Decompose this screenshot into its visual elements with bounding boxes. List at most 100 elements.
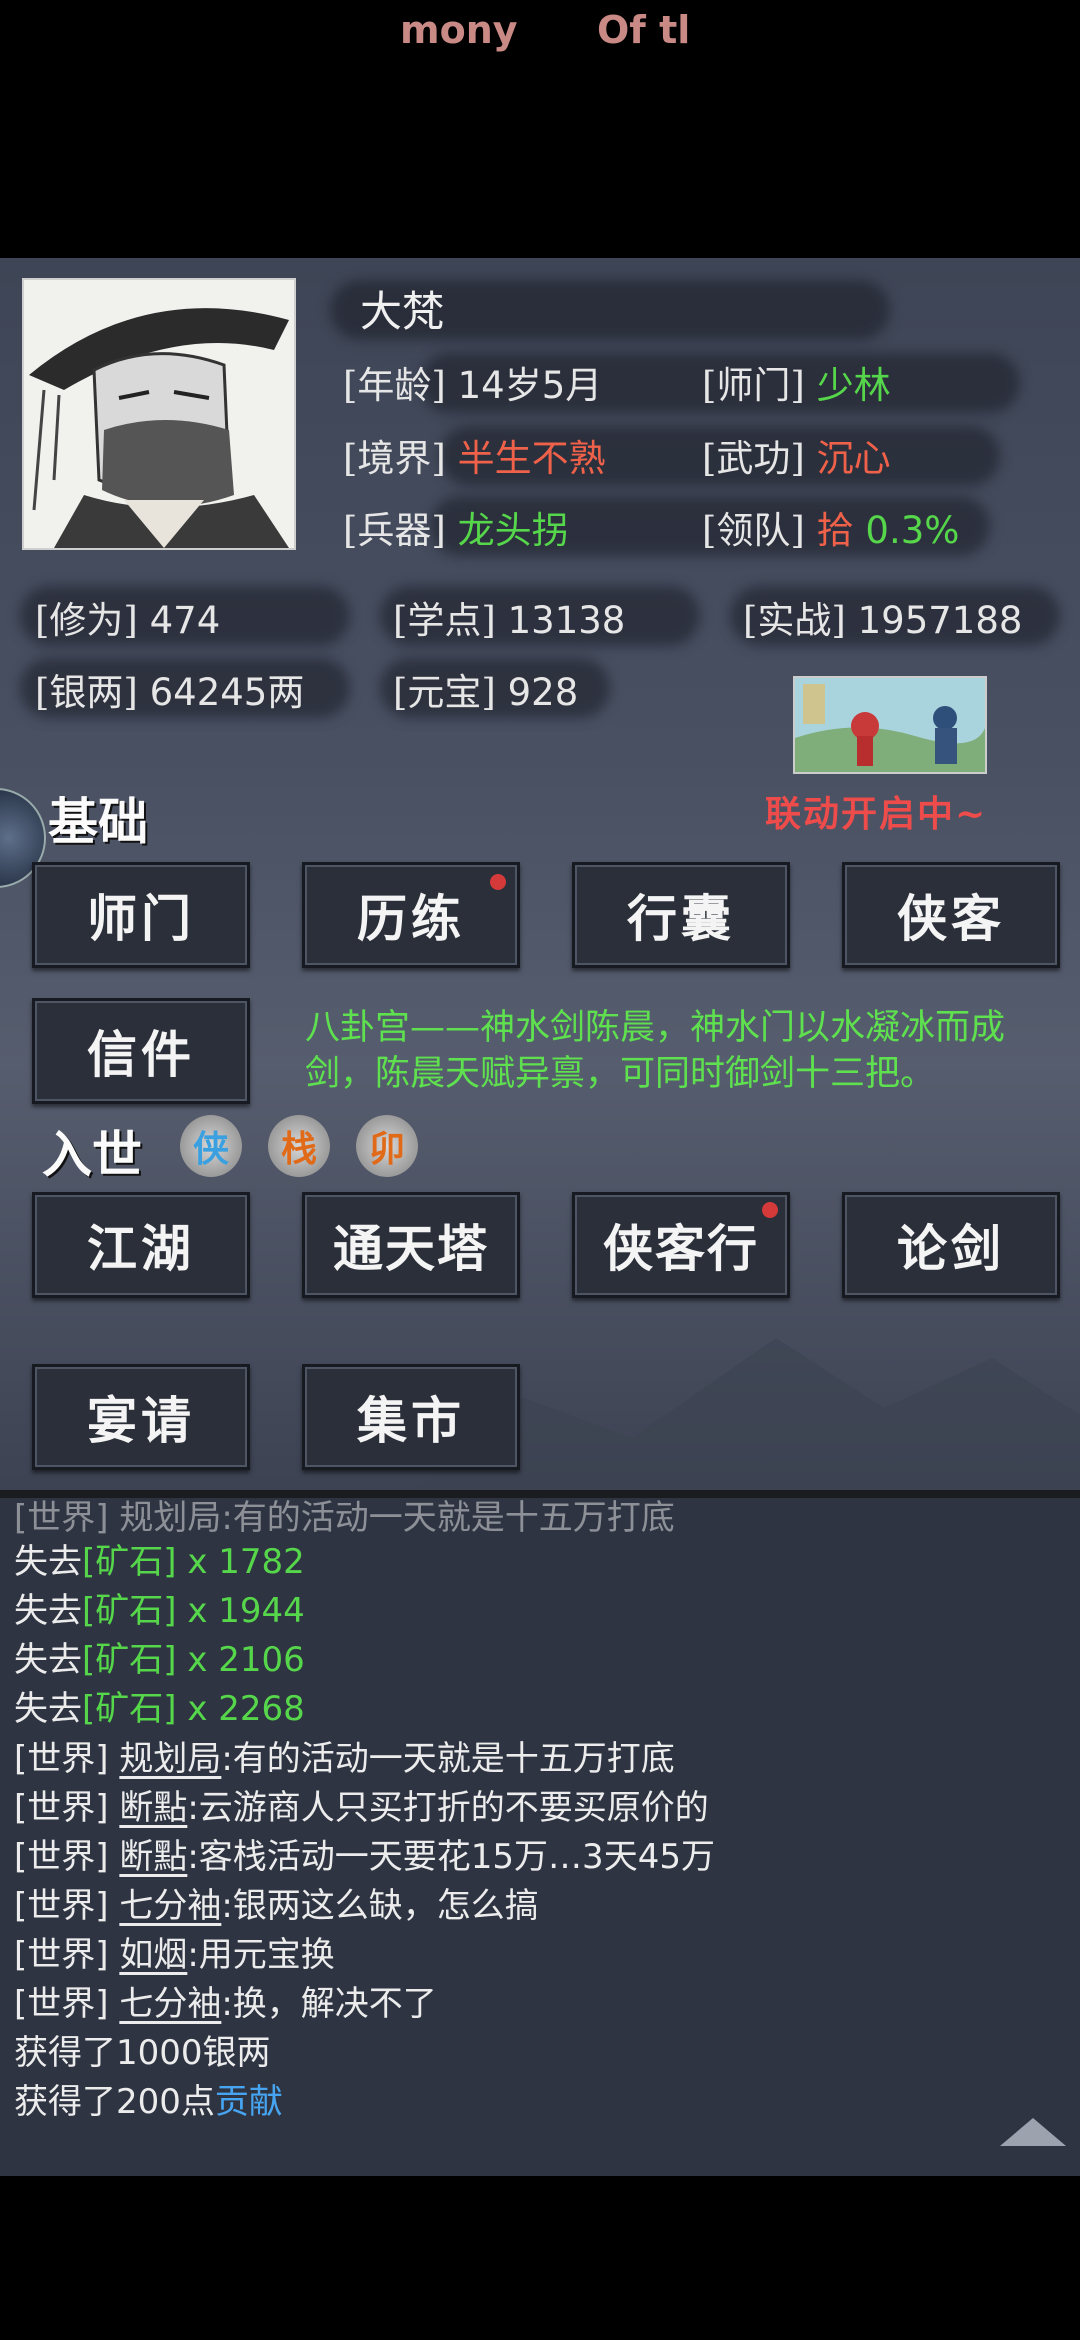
chat-user[interactable]: 七分袖 bbox=[119, 1886, 221, 1926]
chat-channel: [世界] bbox=[14, 1984, 109, 2024]
chat-message: :有的活动一天就是十五万打底 bbox=[221, 1739, 675, 1779]
swordsman-portrait-icon bbox=[24, 280, 294, 548]
log-line: 失去[矿石] x 1782 bbox=[14, 1534, 305, 1583]
chat-line: [世界] 断點:云游商人只买打折的不要买原价的 bbox=[14, 1780, 709, 1829]
chat-user[interactable]: 如烟 bbox=[119, 1935, 187, 1975]
weapon-value[interactable]: 龙头拐 bbox=[458, 509, 569, 552]
chat-line: [世界] 断點:客栈活动一天要花15万…3天45万 bbox=[14, 1829, 715, 1878]
combat-stat: [实战] 1957188 bbox=[743, 590, 1022, 644]
weapon-label: [兵器] bbox=[343, 509, 446, 552]
age-value: 14岁5月 bbox=[457, 364, 603, 407]
age-label: [年龄] bbox=[343, 364, 446, 407]
mao-seal-char: 卯 bbox=[368, 1128, 405, 1170]
study-points-value: 13138 bbox=[507, 599, 626, 642]
log-line-cut: [世界] 规划局:有的活动一天就是十五万打底 bbox=[14, 1498, 675, 1538]
chat-message: :云游商人只买打折的不要买原价的 bbox=[187, 1788, 709, 1828]
event-banner[interactable] bbox=[793, 676, 987, 774]
realm-stat: [境界] 半生不熟 bbox=[343, 428, 606, 482]
silver-value: 64245两 bbox=[149, 671, 305, 714]
chat-user[interactable]: 断點 bbox=[119, 1837, 187, 1877]
mail-button[interactable]: 信件 bbox=[32, 998, 250, 1104]
message-log[interactable]: [世界] 规划局:有的活动一天就是十五万打底 失去[矿石] x 1782 失去[… bbox=[0, 1498, 1080, 2176]
chat-line: [世界] 七分袖:换，解决不了 bbox=[14, 1976, 437, 2025]
log-line: 失去[矿石] x 2268 bbox=[14, 1681, 305, 1730]
character-avatar[interactable] bbox=[22, 278, 296, 550]
inventory-button[interactable]: 行囊 bbox=[572, 862, 790, 968]
chat-channel: [世界] bbox=[14, 1935, 109, 1975]
log-qty: x 2106 bbox=[176, 1640, 305, 1680]
gain-contribution-prefix: 获得了200点 bbox=[14, 2082, 215, 2122]
skill-label: [武功] bbox=[702, 437, 805, 480]
inn-seal-char: 栈 bbox=[280, 1128, 317, 1170]
sect-value[interactable]: 少林 bbox=[817, 364, 891, 407]
log-line: 失去[矿石] x 2106 bbox=[14, 1632, 305, 1681]
cultivation-label: [修为] bbox=[35, 599, 138, 642]
mao-seal-icon[interactable]: 卯 bbox=[356, 1115, 418, 1177]
skill-stat: [武功] 沉心 bbox=[702, 428, 891, 482]
gain-contribution-line: 获得了200点贡献 bbox=[14, 2074, 283, 2123]
chat-message: :客栈活动一天要花15万…3天45万 bbox=[187, 1837, 715, 1877]
log-item[interactable]: [矿石] bbox=[82, 1591, 177, 1631]
log-item[interactable]: [矿石] bbox=[82, 1640, 177, 1680]
chat-line: [世界] 七分袖:银两这么缺，怎么搞 bbox=[14, 1878, 539, 1927]
chat-user[interactable]: 七分袖 bbox=[119, 1984, 221, 2024]
log-line: 失去[矿石] x 1944 bbox=[14, 1583, 305, 1632]
log-prefix: 失去 bbox=[14, 1542, 82, 1582]
hero-seal-icon[interactable]: 侠 bbox=[180, 1115, 242, 1177]
scroll-up-arrow-icon[interactable] bbox=[1000, 2118, 1066, 2146]
lead-value[interactable]: 拾 bbox=[817, 509, 854, 552]
hero-journey-button[interactable]: 侠客行 bbox=[572, 1192, 790, 1298]
chat-message: :银两这么缺，怎么搞 bbox=[221, 1886, 539, 1926]
chat-message: :换，解决不了 bbox=[221, 1984, 437, 2024]
sword-duel-button[interactable]: 论剑 bbox=[842, 1192, 1060, 1298]
log-qty: x 1944 bbox=[176, 1591, 305, 1631]
training-button[interactable]: 历练 bbox=[302, 862, 520, 968]
sky-tower-button[interactable]: 通天塔 bbox=[302, 1192, 520, 1298]
contribution-link[interactable]: 贡献 bbox=[215, 2082, 283, 2122]
event-artwork-icon bbox=[795, 678, 985, 772]
chat-message: :用元宝换 bbox=[187, 1935, 335, 1975]
banquet-button[interactable]: 宴请 bbox=[32, 1364, 250, 1470]
inn-seal-icon[interactable]: 栈 bbox=[268, 1115, 330, 1177]
lead-label: [领队] bbox=[702, 509, 805, 552]
top-title-fragment-2: Of tl bbox=[597, 8, 691, 52]
chat-line: [世界] 规划局:有的活动一天就是十五万打底 bbox=[14, 1731, 675, 1780]
combat-value: 1957188 bbox=[857, 599, 1023, 642]
top-bar: mony Of tl bbox=[0, 0, 1080, 258]
log-item[interactable]: [矿石] bbox=[82, 1542, 177, 1582]
top-title-fragment-1: mony bbox=[400, 8, 518, 52]
story-tip-text: 八卦宫——神水剑陈晨，神水门以水凝冰而成剑，陈晨天赋异禀，可同时御剑十三把。 bbox=[305, 1008, 1006, 1094]
training-notification-dot bbox=[490, 874, 506, 890]
chat-channel: [世界] bbox=[14, 1886, 109, 1926]
combat-label: [实战] bbox=[743, 599, 846, 642]
study-points-stat: [学点] 13138 bbox=[393, 590, 625, 644]
log-qty: x 1782 bbox=[176, 1542, 305, 1582]
log-qty: x 2268 bbox=[176, 1689, 305, 1729]
jianghu-button[interactable]: 江湖 bbox=[32, 1192, 250, 1298]
sect-button[interactable]: 师门 bbox=[32, 862, 250, 968]
chat-user[interactable]: 规划局 bbox=[119, 1739, 221, 1779]
lead-percent: 0.3% bbox=[865, 509, 960, 552]
silver-stat: [银两] 64245两 bbox=[35, 662, 304, 716]
basic-section-title: 基础 bbox=[48, 792, 148, 851]
skill-value[interactable]: 沉心 bbox=[817, 437, 891, 480]
cultivation-value: 474 bbox=[149, 599, 221, 642]
age-stat: [年龄] 14岁5月 bbox=[343, 355, 602, 409]
log-prefix: 失去 bbox=[14, 1640, 82, 1680]
chat-user[interactable]: 断點 bbox=[119, 1788, 187, 1828]
realm-value: 半生不熟 bbox=[457, 437, 606, 480]
lead-stat: [领队] 拾 0.3% bbox=[702, 500, 959, 554]
event-linkup-text[interactable]: 联动开启中~ bbox=[765, 785, 987, 837]
ingot-stat: [元宝] 928 bbox=[393, 662, 578, 716]
world-section-title: 入世 bbox=[42, 1125, 142, 1184]
chat-channel: [世界] bbox=[14, 1739, 109, 1779]
sect-label: [师门] bbox=[702, 364, 805, 407]
ingot-value: 928 bbox=[507, 671, 579, 714]
market-button[interactable]: 集市 bbox=[302, 1364, 520, 1470]
log-item[interactable]: [矿石] bbox=[82, 1689, 177, 1729]
character-name: 大梵 bbox=[360, 287, 445, 336]
log-prefix: 失去 bbox=[14, 1591, 82, 1631]
heroes-button[interactable]: 侠客 bbox=[842, 862, 1060, 968]
sect-stat: [师门] 少林 bbox=[702, 355, 891, 409]
silver-label: [银两] bbox=[35, 671, 138, 714]
